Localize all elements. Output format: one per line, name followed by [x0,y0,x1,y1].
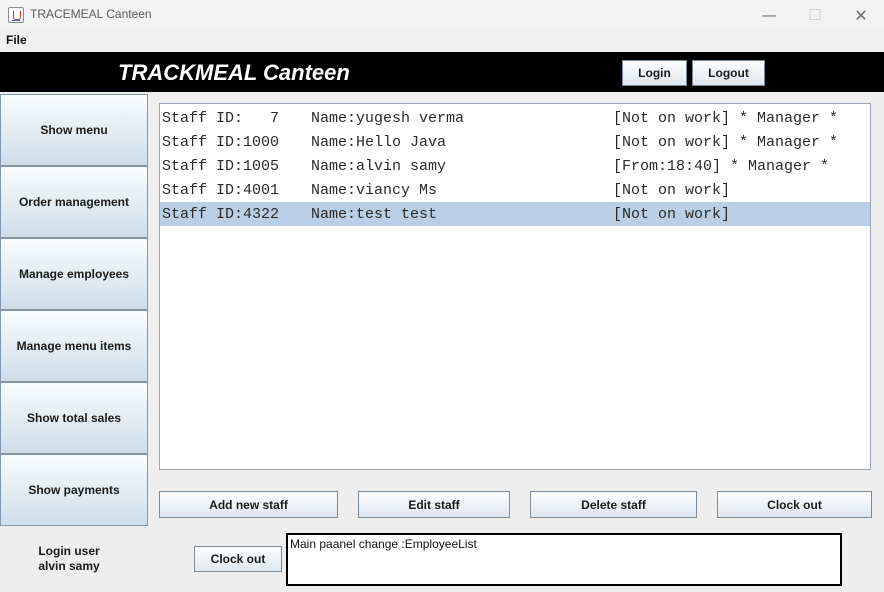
list-item[interactable]: Staff ID: 7 Name:yugesh verma [Not on wo… [160,106,870,130]
logout-button[interactable]: Logout [692,60,765,86]
window-title: TRACEMEAL Canteen [30,7,152,21]
status-message: Main paanel change :EmployeeList [290,537,477,551]
list-item[interactable]: Staff ID:1005 Name:alvin samy [From:18:4… [160,154,870,178]
staff-list[interactable]: Staff ID: 7 Name:yugesh verma [Not on wo… [159,103,871,470]
java-app-icon [8,7,24,23]
menu-file[interactable]: File [6,33,27,47]
staff-name: Name:Hello Java [311,134,447,151]
staff-id: Staff ID:1000 [162,134,280,151]
staff-name: Name:test test [311,206,438,223]
sidebar-item-manage-employees[interactable]: Manage employees [0,238,148,310]
list-item[interactable]: Staff ID:1000 Name:Hello Java [Not on wo… [160,130,870,154]
title-bar: TRACEMEAL Canteen — ☐ ✕ [0,0,884,30]
minimize-icon[interactable]: — [746,0,792,30]
staff-id: Staff ID:1005 [162,158,280,175]
staff-id: Staff ID:4001 [162,182,280,199]
sidebar-item-show-total-sales[interactable]: Show total sales [0,382,148,454]
staff-status: [Not on work] * Manager * [613,110,839,127]
login-button[interactable]: Login [622,60,687,86]
sidebar-item-order-management[interactable]: Order management [0,166,148,238]
login-user-name: alvin samy [38,559,100,573]
staff-name: Name:alvin samy [311,158,447,175]
close-icon[interactable]: ✕ [838,0,884,30]
staff-status: [Not on work] [613,206,731,223]
add-staff-button[interactable]: Add new staff [159,491,338,518]
edit-staff-button[interactable]: Edit staff [358,491,510,518]
login-user-label: Login user [38,544,100,558]
staff-status: [From:18:40] * Manager * [613,158,830,175]
menu-bar: File [0,30,884,52]
sidebar-item-manage-menu-items[interactable]: Manage menu items [0,310,148,382]
staff-id: Staff ID: 7 [162,110,280,127]
sidebar-item-show-menu[interactable]: Show menu [0,94,148,166]
app-title: TRACKMEAL Canteen [118,60,350,85]
list-item[interactable]: Staff ID:4001 Name:viancy Ms [Not on wor… [160,178,870,202]
staff-status: [Not on work] [613,182,731,199]
clock-out-staff-button[interactable]: Clock out [717,491,872,518]
login-info: Login user alvin samy [0,544,138,574]
delete-staff-button[interactable]: Delete staff [530,491,697,518]
staff-id: Staff ID:4322 [162,206,280,223]
sidebar-item-show-payments[interactable]: Show payments [0,454,148,526]
staff-name: Name:viancy Ms [311,182,438,199]
list-item-selected[interactable]: Staff ID:4322 Name:test test [Not on wor… [160,202,870,226]
staff-name: Name:yugesh verma [311,110,465,127]
status-message-area: Main paanel change :EmployeeList [286,533,842,586]
maximize-icon[interactable]: ☐ [792,0,838,30]
staff-status: [Not on work] * Manager * [613,134,839,151]
clock-out-button[interactable]: Clock out [194,546,282,572]
